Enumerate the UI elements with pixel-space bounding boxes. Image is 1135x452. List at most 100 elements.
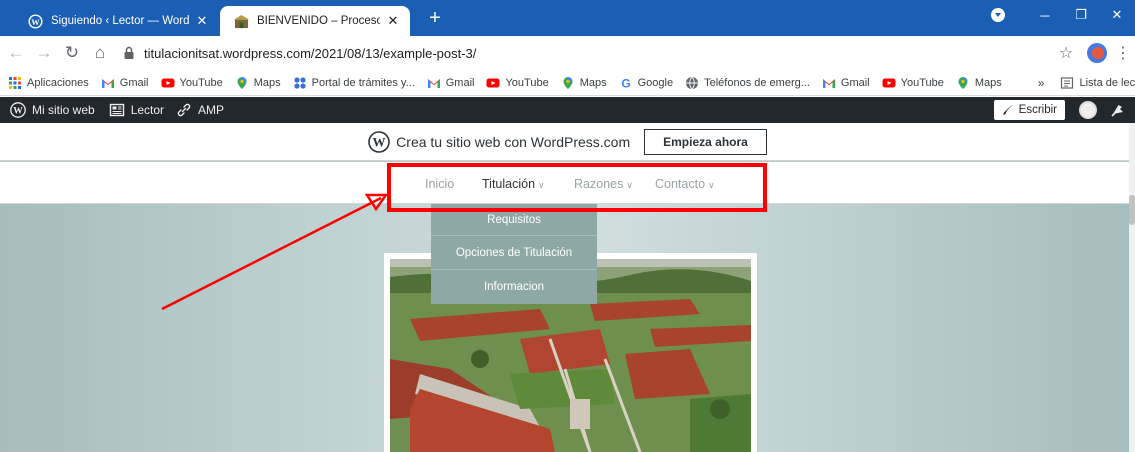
my-site-link[interactable]: W Mi sitio web bbox=[10, 102, 95, 118]
reader-label: Lector bbox=[130, 103, 165, 117]
apps-grid-icon bbox=[9, 76, 21, 89]
amp-link[interactable]: AMP bbox=[176, 102, 224, 118]
pen-icon bbox=[1002, 104, 1013, 115]
wpcom-promo-banner: W Crea tu sitio web con WordPress.com Em… bbox=[0, 123, 1135, 161]
wp-admin-bar: W Mi sitio web Lector AMP Escribir bbox=[0, 97, 1135, 123]
nav-inicio[interactable]: Inicio bbox=[425, 177, 454, 191]
bookmark-maps[interactable]: Maps bbox=[235, 76, 281, 90]
bookmarks-bar: Aplicaciones Gmail YouTube Maps Portal d… bbox=[0, 70, 1135, 96]
address-text: titulacionitsat.wordpress.com/2021/08/13… bbox=[144, 45, 477, 61]
bookmark-label: Gmail bbox=[840, 76, 870, 89]
school-icon bbox=[234, 14, 249, 28]
titulacion-dropdown: Requisitos Opciones de Titulación Inform… bbox=[431, 204, 597, 304]
youtube-icon bbox=[882, 78, 896, 87]
bookmark-apps[interactable]: Aplicaciones bbox=[8, 76, 89, 90]
bookmark-google[interactable]: G Google bbox=[619, 76, 673, 90]
link-icon bbox=[177, 103, 191, 117]
profile-menu-icon[interactable] bbox=[991, 8, 1005, 22]
more-menu-icon[interactable]: ⋮ bbox=[1115, 43, 1131, 63]
bookmark-maps[interactable]: Maps bbox=[561, 76, 607, 90]
close-window-icon[interactable]: ✕ bbox=[1099, 7, 1135, 23]
youtube-icon bbox=[161, 78, 174, 87]
bookmark-youtube[interactable]: YouTube bbox=[882, 76, 944, 90]
user-avatar[interactable] bbox=[1079, 101, 1097, 119]
home-icon[interactable]: ⌂ bbox=[88, 41, 112, 65]
reload-icon[interactable]: ↻ bbox=[60, 41, 84, 65]
notifications-bell-icon[interactable] bbox=[1109, 102, 1125, 118]
scrollbar-thumb[interactable] bbox=[1129, 195, 1135, 225]
nav-label: Inicio bbox=[425, 177, 455, 191]
chevron-down-icon: ∨ bbox=[708, 180, 715, 190]
svg-text:W: W bbox=[13, 107, 23, 117]
nav-contacto[interactable]: Contacto ∨ bbox=[655, 177, 715, 191]
nav-label: Titulación bbox=[482, 177, 536, 191]
reading-list-button[interactable]: Lista de lectura bbox=[1060, 76, 1135, 90]
bookmark-gmail[interactable]: Gmail bbox=[427, 76, 475, 90]
nav-titulacion[interactable]: Titulación ∨ bbox=[482, 177, 545, 191]
tab-bienvenido[interactable]: BIENVENIDO – Proceso de Titula ✕ bbox=[220, 6, 410, 36]
gmail-icon bbox=[822, 78, 835, 88]
reader-link[interactable]: Lector bbox=[109, 102, 164, 118]
gmail-icon bbox=[427, 78, 440, 88]
bookmark-telefonos[interactable]: Teléfonos de emerg... bbox=[685, 76, 810, 90]
bookmark-star-icon[interactable]: ☆ bbox=[1053, 43, 1079, 63]
bookmark-label: Maps bbox=[253, 76, 281, 89]
write-button[interactable]: Escribir bbox=[993, 100, 1065, 120]
address-bar[interactable]: titulacionitsat.wordpress.com/2021/08/13… bbox=[122, 40, 1053, 66]
dropdown-item-informacion[interactable]: Informacion bbox=[431, 270, 597, 304]
dropdown-item-requisitos[interactable]: Requisitos bbox=[431, 204, 597, 236]
start-now-button[interactable]: Empieza ahora bbox=[644, 128, 767, 155]
google-icon: G bbox=[621, 76, 630, 90]
bookmark-label: YouTube bbox=[505, 76, 549, 89]
gmail-icon bbox=[101, 78, 114, 88]
bookmark-maps[interactable]: Maps bbox=[956, 76, 1002, 90]
bookmarks-overflow-button[interactable]: » bbox=[1038, 76, 1045, 90]
reading-list-label: Lista de lectura bbox=[1079, 76, 1135, 89]
dropdown-item-opciones[interactable]: Opciones de Titulación bbox=[431, 236, 597, 270]
back-icon[interactable]: ← bbox=[4, 41, 28, 65]
minimize-icon[interactable]: ─ bbox=[1027, 8, 1063, 23]
window-controls: ─ ❐ ✕ bbox=[991, 0, 1135, 30]
bookmark-label: YouTube bbox=[179, 76, 223, 89]
bookmark-label: Aplicaciones bbox=[27, 76, 89, 89]
lock-icon bbox=[124, 46, 134, 59]
tab-siguiendo[interactable]: W Siguiendo ‹ Lector — WordPress. ✕ bbox=[14, 6, 219, 36]
bookmark-label: Maps bbox=[579, 76, 607, 89]
write-label: Escribir bbox=[1018, 104, 1057, 116]
site-navigation: Inicio Titulación ∨ Razones ∨ Contacto ∨ bbox=[0, 162, 1135, 204]
svg-text:G: G bbox=[621, 76, 630, 90]
tab-title: BIENVENIDO – Proceso de Titula bbox=[257, 15, 380, 27]
close-icon[interactable]: ✕ bbox=[195, 13, 209, 29]
maps-icon bbox=[563, 76, 573, 89]
nav-razones[interactable]: Razones ∨ bbox=[574, 177, 633, 191]
bookmark-label: YouTube bbox=[900, 76, 944, 89]
bookmark-gmail[interactable]: Gmail bbox=[101, 76, 149, 90]
bookmark-youtube[interactable]: YouTube bbox=[161, 76, 223, 90]
extension-avatar-icon[interactable] bbox=[1087, 43, 1107, 63]
chevron-down-icon: ∨ bbox=[626, 180, 633, 190]
bookmark-portal[interactable]: Portal de trámites y... bbox=[293, 76, 415, 90]
restore-icon[interactable]: ❐ bbox=[1063, 7, 1099, 23]
page-scrollbar[interactable] bbox=[1129, 123, 1135, 452]
nav-label: Razones bbox=[574, 177, 624, 191]
bookmark-gmail[interactable]: Gmail bbox=[822, 76, 870, 90]
svg-text:W: W bbox=[373, 134, 386, 149]
bookmark-label: Gmail bbox=[445, 76, 475, 89]
browser-tab-strip: W Siguiendo ‹ Lector — WordPress. ✕ BIEN… bbox=[0, 0, 1135, 36]
portal-icon bbox=[294, 76, 306, 89]
close-icon[interactable]: ✕ bbox=[386, 13, 400, 29]
tab-title: Siguiendo ‹ Lector — WordPress. bbox=[51, 15, 189, 27]
bookmark-label: Gmail bbox=[119, 76, 149, 89]
promo-text: Crea tu sitio web con WordPress.com bbox=[396, 133, 631, 150]
forward-icon[interactable]: → bbox=[32, 41, 56, 65]
wordpress-logo-icon: W bbox=[368, 130, 390, 153]
maps-icon bbox=[237, 76, 247, 89]
svg-text:W: W bbox=[31, 16, 40, 26]
new-tab-button[interactable]: + bbox=[424, 8, 446, 30]
browser-toolbar: ← → ↻ ⌂ titulacionitsat.wordpress.com/20… bbox=[0, 36, 1135, 70]
youtube-icon bbox=[486, 78, 500, 87]
bookmark-youtube[interactable]: YouTube bbox=[486, 76, 549, 90]
globe-icon bbox=[686, 76, 699, 89]
reader-icon bbox=[109, 103, 124, 117]
bookmark-label: Google bbox=[637, 76, 674, 89]
